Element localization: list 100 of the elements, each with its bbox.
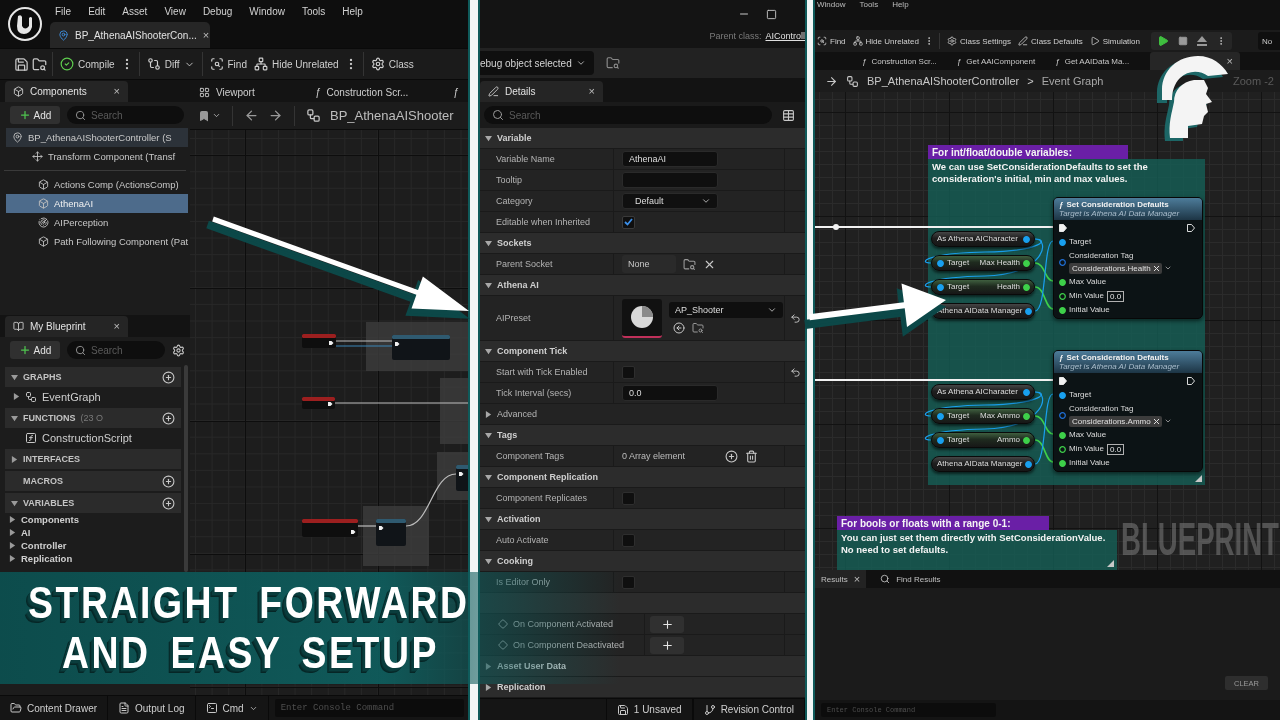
diff-button[interactable]: Diff xyxy=(144,52,197,76)
simulation-button[interactable]: Simulation xyxy=(1087,32,1142,50)
menu-item[interactable]: Window xyxy=(817,0,846,9)
caret-icon[interactable] xyxy=(11,455,18,463)
category-header[interactable]: Cooking xyxy=(480,551,805,572)
menu-item[interactable]: View xyxy=(164,5,186,17)
caret-icon[interactable] xyxy=(485,473,492,481)
category-header[interactable]: Activation xyxy=(480,509,805,530)
caret-icon[interactable] xyxy=(11,373,18,381)
breadcrumb-link[interactable]: BP_AthenaAIShooter xyxy=(330,108,454,123)
debug-object-dropdown[interactable]: No xyxy=(1258,32,1280,50)
add-event-button[interactable] xyxy=(650,636,684,654)
document-tab[interactable]: BP_AthenaAIShooterCon... × xyxy=(50,22,210,48)
editor-tab[interactable]: ƒ Get AAIComponent xyxy=(949,52,1043,70)
find-button[interactable]: Find xyxy=(815,32,848,50)
caret-icon[interactable] xyxy=(9,529,16,536)
caret-icon[interactable] xyxy=(13,393,20,400)
class-settings-button[interactable]: Class Settings xyxy=(944,32,1014,50)
pin-icon[interactable] xyxy=(1023,412,1030,420)
browse-icon[interactable] xyxy=(683,257,696,271)
editor-tab[interactable]: ƒ Construction Scr... xyxy=(306,82,444,102)
category-dropdown[interactable]: Default xyxy=(622,193,718,209)
resize-grip-icon[interactable] xyxy=(1195,475,1202,482)
category-header[interactable]: Asset User Data xyxy=(480,656,805,677)
browse-icon[interactable] xyxy=(692,322,704,334)
text-field[interactable]: 0.0 xyxy=(622,385,718,401)
section-header[interactable]: INTERFACES xyxy=(5,449,181,469)
list-item[interactable]: EventGraph xyxy=(5,387,181,406)
text-field[interactable]: AthenaAI xyxy=(622,151,718,167)
caret-icon[interactable] xyxy=(11,499,18,507)
function-node[interactable]: ƒ Set Consideration Defaults Target is Athena AI Data Manager Target Consideration Tag Considerations.Ammo Max Value Min Value 0.0 Initial Value xyxy=(1053,350,1203,472)
value-field[interactable]: 0.0 xyxy=(1107,290,1125,302)
forward-arrow-icon[interactable] xyxy=(825,74,838,88)
clear-icon[interactable] xyxy=(1153,418,1159,424)
pin-icon[interactable] xyxy=(1059,238,1066,246)
caret-icon[interactable] xyxy=(9,542,16,549)
pin-icon[interactable] xyxy=(1059,292,1066,300)
category-header[interactable]: Tags xyxy=(480,425,805,446)
section-header[interactable]: FUNCTIONS (23 O xyxy=(5,408,181,428)
unsaved-button[interactable]: 1 Unsaved xyxy=(605,699,693,720)
category-header[interactable]: Variable xyxy=(480,128,805,149)
close-button[interactable]: × xyxy=(202,29,210,41)
tree-item[interactable]: Path Following Component (Pat xyxy=(6,232,188,251)
exec-pin-icon[interactable] xyxy=(1059,377,1067,385)
exec-pin-icon[interactable] xyxy=(1059,224,1067,232)
clear-icon[interactable] xyxy=(1153,265,1159,271)
menu-item[interactable]: File xyxy=(55,5,72,17)
add-circle-icon[interactable] xyxy=(162,474,175,488)
reroute-dot-icon[interactable] xyxy=(833,224,839,230)
editor-tab[interactable]: ƒ xyxy=(444,82,468,102)
graph-node[interactable] xyxy=(392,335,450,360)
category-header[interactable]: Component Replication xyxy=(480,467,805,488)
list-item[interactable]: Controller xyxy=(5,539,181,552)
add-event-button[interactable] xyxy=(650,615,684,633)
section-header[interactable]: MACROS xyxy=(5,471,181,491)
content-drawer-button[interactable]: Content Drawer xyxy=(0,696,109,720)
list-item[interactable]: AI xyxy=(5,526,181,539)
list-item[interactable]: Replication xyxy=(5,552,181,565)
exec-pin-icon[interactable] xyxy=(1187,224,1195,232)
caret-icon[interactable] xyxy=(485,347,492,355)
close-button[interactable]: × xyxy=(1226,55,1233,67)
add-circle-icon[interactable] xyxy=(162,496,175,510)
close-button[interactable]: × xyxy=(113,321,120,332)
list-item[interactable]: ConstructionScript xyxy=(5,428,181,447)
forward-arrow-icon[interactable] xyxy=(268,108,283,123)
pin-icon[interactable] xyxy=(1059,391,1066,399)
panel-tab[interactable]: My Blueprint × xyxy=(5,316,128,337)
caret-icon[interactable] xyxy=(9,555,16,562)
breadcrumb-link[interactable]: BP_AthenaAIShooterController xyxy=(867,75,1020,87)
menu-item[interactable]: Debug xyxy=(202,5,233,17)
resize-grip-icon[interactable] xyxy=(1107,560,1114,567)
reset-icon[interactable] xyxy=(789,366,801,378)
pin-icon[interactable] xyxy=(1059,306,1066,314)
reset-icon[interactable] xyxy=(789,312,801,324)
browse-icon[interactable] xyxy=(606,56,620,70)
menu-item[interactable]: Asset xyxy=(122,5,148,17)
pin-icon[interactable] xyxy=(1059,445,1066,453)
pin-icon[interactable] xyxy=(1023,259,1030,267)
hide-unrelated-button[interactable]: Hide Unrelated xyxy=(850,32,921,50)
graph-node[interactable] xyxy=(376,519,406,546)
pin-icon[interactable] xyxy=(1059,431,1066,439)
menu-item[interactable]: Tools xyxy=(301,5,326,17)
maximize-icon[interactable] xyxy=(766,8,777,20)
variable-node[interactable]: Target Max Ammo xyxy=(931,408,1035,424)
socket-field[interactable]: None xyxy=(622,255,676,273)
variable-node[interactable]: Target Max Health xyxy=(931,255,1035,271)
category-header[interactable]: Athena AI xyxy=(480,275,805,296)
caret-icon[interactable] xyxy=(485,239,492,247)
stop-icon[interactable] xyxy=(1178,36,1188,46)
tag-selector[interactable]: Considerations.Ammo xyxy=(1069,415,1162,427)
menu-item[interactable]: Edit xyxy=(88,5,106,17)
eject-icon[interactable] xyxy=(1197,36,1207,46)
add-button[interactable]: Add xyxy=(10,106,60,124)
variable-node[interactable]: Target Ammo xyxy=(931,432,1035,448)
pin-icon[interactable] xyxy=(1059,278,1066,286)
pin-icon[interactable] xyxy=(1023,283,1030,291)
compile-button[interactable]: Compile xyxy=(58,52,117,76)
trash-icon[interactable] xyxy=(745,449,758,463)
event-node[interactable] xyxy=(302,334,336,348)
checkbox[interactable] xyxy=(622,491,635,505)
